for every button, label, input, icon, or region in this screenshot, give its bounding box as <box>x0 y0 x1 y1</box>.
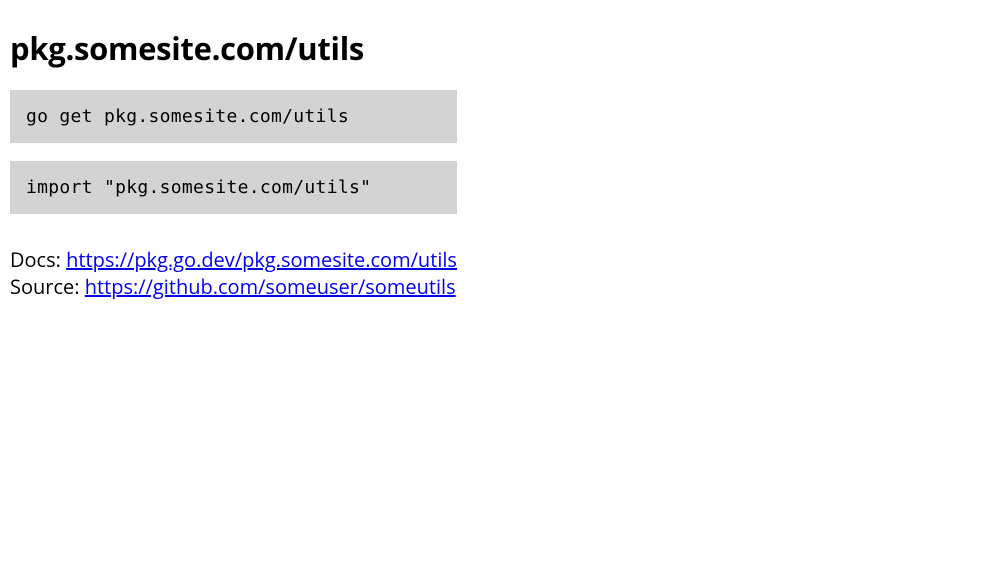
links-section: Docs: https://pkg.go.dev/pkg.somesite.co… <box>10 246 990 300</box>
source-label: Source: <box>10 273 85 300</box>
docs-link[interactable]: https://pkg.go.dev/pkg.somesite.com/util… <box>66 246 457 273</box>
source-link[interactable]: https://github.com/someuser/someutils <box>85 273 456 300</box>
docs-label: Docs: <box>10 246 66 273</box>
go-get-command: go get pkg.somesite.com/utils <box>10 90 457 143</box>
page-title: pkg.somesite.com/utils <box>10 28 990 70</box>
import-command: import "pkg.somesite.com/utils" <box>10 161 457 214</box>
